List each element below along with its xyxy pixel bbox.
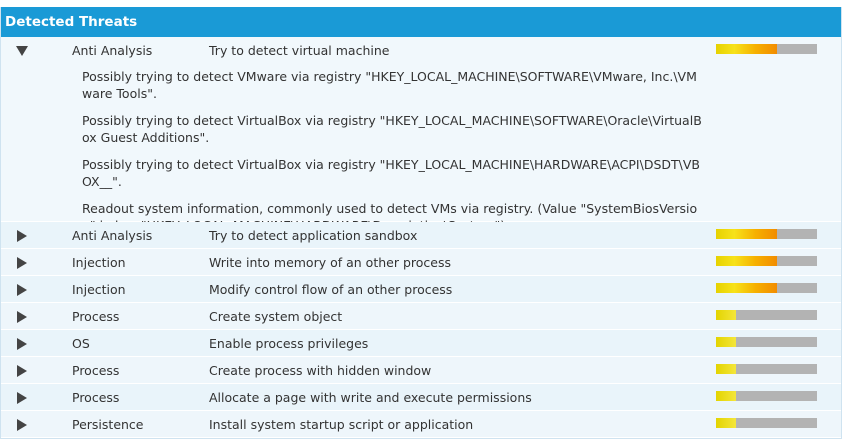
triangle-right-icon bbox=[17, 419, 27, 431]
threat-category: Process bbox=[72, 363, 120, 378]
triangle-right-icon bbox=[17, 365, 27, 377]
expand-triangle-icon[interactable] bbox=[14, 229, 30, 243]
threat-row[interactable]: Process Create system object bbox=[1, 303, 841, 330]
threat-category: Anti Analysis bbox=[72, 43, 153, 58]
severity-bar-fill bbox=[716, 256, 777, 266]
threat-category: Process bbox=[72, 309, 120, 324]
severity-bar bbox=[716, 283, 817, 293]
detected-threats-panel: Detected Threats Anti Analysis Try to det… bbox=[0, 7, 842, 439]
triangle-right-icon bbox=[17, 392, 27, 404]
threat-row[interactable]: Injection Write into memory of an other p… bbox=[1, 249, 841, 276]
threat-list: Anti Analysis Try to detect virtual machi… bbox=[1, 37, 841, 438]
triangle-right-icon bbox=[17, 338, 27, 350]
expand-triangle-icon[interactable] bbox=[14, 364, 30, 378]
threat-description: Allocate a page with write and execute p… bbox=[209, 390, 532, 405]
triangle-right-icon bbox=[17, 284, 27, 296]
threat-description: Create process with hidden window bbox=[209, 363, 432, 378]
threat-row[interactable]: Process Allocate a page with write and ex… bbox=[1, 384, 841, 411]
threat-category: Injection bbox=[72, 282, 126, 297]
threat-detail-text: Possibly trying to detect VMware via reg… bbox=[82, 69, 697, 101]
threat-row[interactable]: Persistence Install system startup script… bbox=[1, 411, 841, 438]
triangle-right-icon bbox=[17, 257, 27, 269]
expand-triangle-icon[interactable] bbox=[14, 418, 30, 432]
threat-category: Process bbox=[72, 390, 120, 405]
threat-description: Try to detect application sandbox bbox=[209, 228, 418, 243]
severity-bar-fill bbox=[716, 310, 737, 320]
expand-triangle-icon[interactable] bbox=[14, 337, 30, 351]
threat-category: Injection bbox=[72, 255, 126, 270]
severity-bar-fill bbox=[716, 229, 777, 239]
collapse-triangle-icon[interactable] bbox=[14, 44, 30, 58]
severity-bar bbox=[716, 391, 817, 401]
threat-description: Create system object bbox=[209, 309, 343, 324]
threat-row[interactable]: Anti Analysis Try to detect virtual machi… bbox=[1, 37, 841, 233]
triangle-right-icon bbox=[17, 311, 27, 323]
expand-triangle-icon[interactable] bbox=[14, 283, 30, 297]
threat-description: Write into memory of an other process bbox=[209, 255, 451, 270]
threat-row[interactable]: Process Create process with hidden window bbox=[1, 357, 841, 384]
expand-triangle-icon[interactable] bbox=[14, 391, 30, 405]
severity-bar bbox=[716, 44, 817, 54]
triangle-down-icon bbox=[16, 46, 28, 56]
severity-bar-fill bbox=[716, 364, 737, 374]
threat-description: Try to detect virtual machine bbox=[209, 43, 390, 58]
threat-category: Persistence bbox=[72, 417, 144, 432]
severity-bar-fill bbox=[716, 283, 777, 293]
severity-bar-fill bbox=[716, 44, 777, 54]
threat-description: Modify control flow of an other process bbox=[209, 282, 453, 297]
threat-detail-text: Possibly trying to detect VirtualBox via… bbox=[82, 113, 702, 145]
triangle-right-icon bbox=[17, 230, 27, 242]
threat-row[interactable]: OS Enable process privileges bbox=[1, 330, 841, 357]
threat-category: OS bbox=[72, 336, 90, 351]
threat-category: Anti Analysis bbox=[72, 228, 153, 243]
expand-triangle-icon[interactable] bbox=[14, 256, 30, 270]
threat-row[interactable]: Anti Analysis Try to detect application s… bbox=[1, 222, 841, 249]
threat-detail-text: Possibly trying to detect VirtualBox via… bbox=[82, 157, 700, 189]
threat-details: Possibly trying to detect VMware via reg… bbox=[82, 68, 707, 244]
severity-bar-fill bbox=[716, 337, 737, 347]
severity-bar bbox=[716, 418, 817, 428]
severity-bar-fill bbox=[716, 418, 737, 428]
severity-bar bbox=[716, 256, 817, 266]
threat-description: Install system startup script or applica… bbox=[209, 417, 474, 432]
severity-bar-fill bbox=[716, 391, 737, 401]
severity-bar bbox=[716, 310, 817, 320]
panel-title: Detected Threats bbox=[1, 7, 841, 37]
threat-row[interactable]: Injection Modify control flow of an other… bbox=[1, 276, 841, 303]
severity-bar bbox=[716, 229, 817, 239]
severity-bar bbox=[716, 364, 817, 374]
severity-bar bbox=[716, 337, 817, 347]
threat-description: Enable process privileges bbox=[209, 336, 369, 351]
expand-triangle-icon[interactable] bbox=[14, 310, 30, 324]
